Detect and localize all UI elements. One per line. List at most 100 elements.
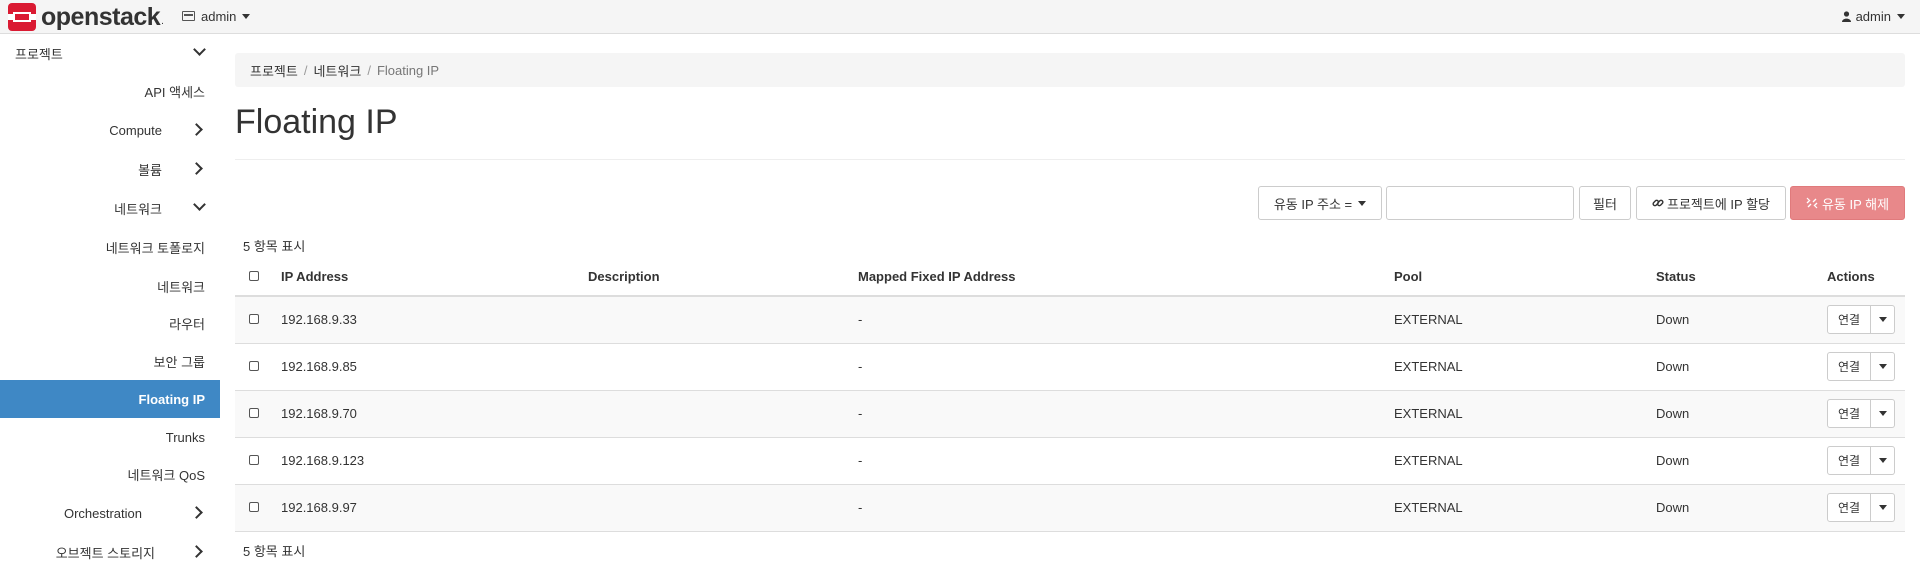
pool-cell: EXTERNAL: [1394, 389, 1656, 437]
column-header-mapped-fixed-ip[interactable]: Mapped Fixed IP Address: [858, 258, 1394, 297]
unlink-icon: [1806, 197, 1818, 209]
brand-logo[interactable]: openstack .: [8, 3, 164, 31]
sidebar-item-compute[interactable]: Compute: [0, 111, 220, 149]
sidebar-item-network[interactable]: 네트워크: [0, 189, 220, 227]
project-selector[interactable]: admin: [182, 0, 251, 32]
caret-down-icon: [1878, 458, 1887, 463]
status-cell: Down: [1656, 436, 1827, 484]
chevron-right-icon: [190, 123, 203, 136]
associate-button[interactable]: 연결: [1827, 446, 1871, 475]
filter-input[interactable]: [1386, 186, 1574, 220]
mapped-ip-cell: -: [858, 295, 1394, 343]
sidebar-item-floating-ip[interactable]: Floating IP: [0, 380, 220, 418]
breadcrumb-separator: /: [303, 62, 308, 78]
row-select-cell: [235, 389, 281, 437]
pool-cell: EXTERNAL: [1394, 342, 1656, 390]
actions-cell: 연결: [1827, 436, 1905, 484]
sidebar-item-label: 볼륨: [138, 162, 162, 178]
item-count-top: 5 항목 표시: [243, 239, 306, 254]
allocate-ip-button[interactable]: 프로젝트에 IP 할당: [1636, 186, 1786, 220]
sidebar-item-label: 네트워크 토폴로지: [105, 240, 205, 256]
caret-down-icon: [1878, 364, 1887, 369]
sidebar-item-network-qos[interactable]: 네트워크 QoS: [0, 455, 220, 493]
row-actions: 연결: [1827, 352, 1895, 381]
sidebar-item-orchestration[interactable]: Orchestration: [0, 494, 220, 532]
sidebar-item-label: 오브젝트 스토리지: [55, 545, 155, 561]
chevron-right-icon: [190, 162, 203, 175]
select-all-checkbox[interactable]: [249, 271, 259, 281]
sidebar-item-label: 네트워크: [157, 279, 205, 295]
status-cell: Down: [1656, 389, 1827, 437]
caret-down-icon: [242, 13, 251, 19]
column-header-description[interactable]: Description: [588, 258, 858, 297]
sidebar-item-routers[interactable]: 라우터: [0, 304, 220, 342]
floating-ip-table: IP Address Description Mapped Fixed IP A…: [235, 258, 1905, 532]
page-title: Floating IP: [235, 103, 398, 141]
column-header-ip-address[interactable]: IP Address: [281, 258, 588, 297]
row-select-cell: [235, 483, 281, 532]
status-cell: Down: [1656, 295, 1827, 343]
ip-address-cell[interactable]: 192.168.9.85: [281, 342, 588, 390]
actions-dropdown-toggle[interactable]: [1871, 446, 1895, 475]
associate-button[interactable]: 연결: [1827, 493, 1871, 522]
column-header-status[interactable]: Status: [1656, 258, 1827, 297]
sidebar-item-api-access[interactable]: API 액세스: [0, 72, 220, 110]
breadcrumb: 프로젝트 / 네트워크 / Floating IP: [235, 53, 1905, 87]
actions-cell: 연결: [1827, 295, 1905, 343]
sidebar-item-network-topology[interactable]: 네트워크 토폴로지: [0, 228, 220, 266]
sidebar-item-label: API 액세스: [144, 84, 205, 100]
breadcrumb-separator: /: [367, 62, 371, 78]
row-select-cell: [235, 342, 281, 390]
caret-down-icon: [1878, 505, 1887, 510]
user-label: admin: [1855, 8, 1891, 24]
breadcrumb-item-network[interactable]: 네트워크: [313, 61, 361, 80]
column-header-pool[interactable]: Pool: [1394, 258, 1656, 297]
sidebar-item-label: 네트워크: [114, 201, 162, 217]
row-actions: 연결: [1827, 305, 1895, 335]
user-menu[interactable]: admin: [1841, 0, 1905, 32]
project-icon: [182, 11, 195, 21]
sidebar-item-volumes[interactable]: 볼륨: [0, 150, 220, 188]
sidebar-item-security-groups[interactable]: 보안 그룹: [0, 342, 220, 380]
sidebar-item-label: 라우터: [169, 316, 205, 332]
ip-address-cell[interactable]: 192.168.9.33: [281, 295, 588, 343]
row-checkbox[interactable]: [249, 314, 259, 325]
sidebar-item-object-storage[interactable]: 오브젝트 스토리지: [0, 533, 220, 568]
actions-dropdown-toggle[interactable]: [1871, 305, 1895, 335]
actions-cell: 연결: [1827, 483, 1905, 532]
chevron-right-icon: [190, 545, 203, 558]
associate-button[interactable]: 연결: [1827, 399, 1871, 428]
sidebar-item-trunks[interactable]: Trunks: [0, 418, 220, 456]
actions-dropdown-toggle[interactable]: [1871, 493, 1895, 522]
row-select-cell: [235, 436, 281, 484]
sidebar-item-networks[interactable]: 네트워크: [0, 267, 220, 305]
sidebar-item-label: Floating IP: [138, 391, 205, 407]
top-navbar: openstack . admin admin: [0, 0, 1920, 34]
item-count-bottom: 5 항목 표시: [243, 544, 306, 559]
row-checkbox[interactable]: [249, 502, 259, 512]
breadcrumb-item-project[interactable]: 프로젝트: [250, 61, 298, 80]
filter-button[interactable]: 필터: [1579, 186, 1631, 220]
description-cell: [588, 295, 858, 343]
caret-down-icon: [1878, 317, 1887, 323]
caret-down-icon: [1897, 13, 1905, 19]
table-header-row: IP Address Description Mapped Fixed IP A…: [235, 258, 1905, 297]
row-checkbox[interactable]: [249, 455, 259, 465]
row-checkbox[interactable]: [249, 361, 259, 371]
actions-dropdown-toggle[interactable]: [1871, 352, 1895, 381]
ip-address-cell[interactable]: 192.168.9.97: [281, 483, 588, 532]
mapped-ip-cell: -: [858, 389, 1394, 437]
sidebar: 프로젝트 API 액세스 Compute 볼륨 네트워크 네트워크 토폴로지 네…: [0, 34, 220, 568]
actions-dropdown-toggle[interactable]: [1871, 399, 1895, 428]
associate-button[interactable]: 연결: [1827, 352, 1871, 381]
pool-cell: EXTERNAL: [1394, 436, 1656, 484]
release-ip-button[interactable]: 유동 IP 해제: [1790, 186, 1905, 220]
row-checkbox[interactable]: [249, 408, 259, 418]
ip-address-cell[interactable]: 192.168.9.70: [281, 389, 588, 437]
associate-button[interactable]: 연결: [1827, 305, 1871, 335]
chevron-down-icon: [193, 198, 206, 211]
filter-field-select[interactable]: 유동 IP 주소 =: [1258, 186, 1382, 220]
openstack-logo-icon: [8, 3, 36, 31]
sidebar-item-project[interactable]: 프로젝트: [0, 34, 220, 72]
ip-address-cell[interactable]: 192.168.9.123: [281, 436, 588, 484]
